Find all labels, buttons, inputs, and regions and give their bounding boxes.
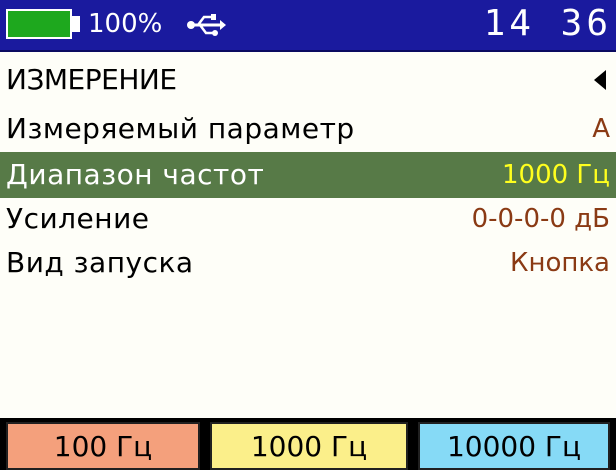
menu-item-label: Вид запуска xyxy=(6,246,194,279)
softkey-bar: 100 Гц 1000 Гц 10000 Гц xyxy=(0,418,616,470)
menu-item-label: Измеряемый параметр xyxy=(6,112,355,145)
battery-icon xyxy=(6,9,72,39)
menu-item-label: Диапазон частот xyxy=(6,158,265,191)
menu-item-value: A xyxy=(592,114,610,144)
menu-item-trigger-mode[interactable]: Вид запуска Кнопка xyxy=(0,240,616,286)
battery-tip xyxy=(72,16,80,32)
usb-icon xyxy=(187,14,226,36)
softkey-10000hz[interactable]: 10000 Гц xyxy=(418,422,610,470)
battery-percent: 100% xyxy=(88,9,163,39)
device-screen: 100% 14 36 ИЗМЕРЕНИЕ Измеряемый параметр… xyxy=(0,0,616,470)
menu-item-measured-parameter[interactable]: Измеряемый параметр A xyxy=(0,106,616,152)
softkey-1000hz[interactable]: 1000 Гц xyxy=(210,422,408,470)
clock: 14 36 xyxy=(483,3,612,44)
status-bar: 100% 14 36 xyxy=(0,0,616,52)
softkey-100hz[interactable]: 100 Гц xyxy=(6,422,200,470)
menu-item-label: Усиление xyxy=(6,202,150,235)
menu-item-frequency-range[interactable]: Диапазон частот 1000 Гц xyxy=(0,152,616,198)
menu-title: ИЗМЕРЕНИЕ xyxy=(6,63,177,96)
menu-item-value: 1000 Гц xyxy=(502,160,610,190)
menu-item-gain[interactable]: Усиление 0-0-0-0 дБ xyxy=(0,196,616,242)
menu-item-value: Кнопка xyxy=(509,248,610,278)
menu-item-value: 0-0-0-0 дБ xyxy=(471,204,610,234)
triangle-left-icon[interactable] xyxy=(594,70,606,90)
